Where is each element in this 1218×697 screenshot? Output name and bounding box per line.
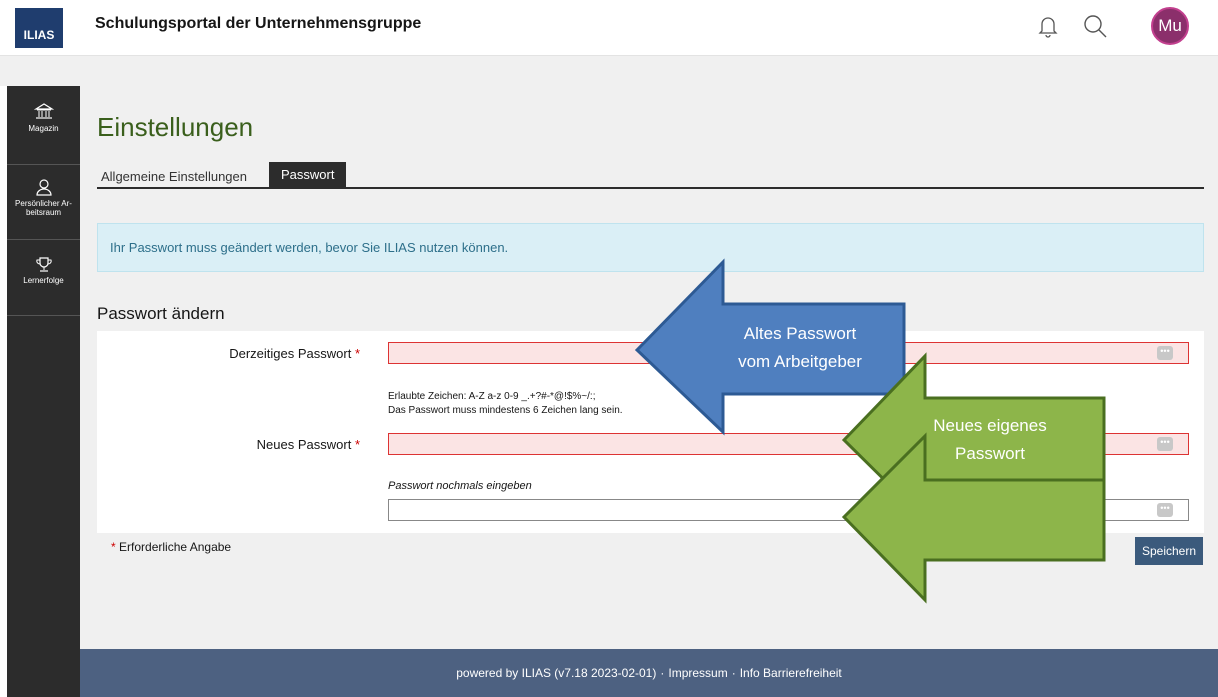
green-arrow-line1: Neues eigenes <box>933 416 1047 435</box>
green-arrow-line2: Passwort <box>955 444 1025 463</box>
green-arrow-label: Neues eigenes Passwort <box>895 412 1085 468</box>
annotation-arrows <box>634 258 1106 604</box>
blue-arrow-line1: Altes Passwort <box>743 324 857 343</box>
blue-arrow-line2: vom Arbeitgeber <box>738 352 862 371</box>
blue-arrow-label: Altes Passwort vom Arbeitgeber <box>700 320 900 376</box>
